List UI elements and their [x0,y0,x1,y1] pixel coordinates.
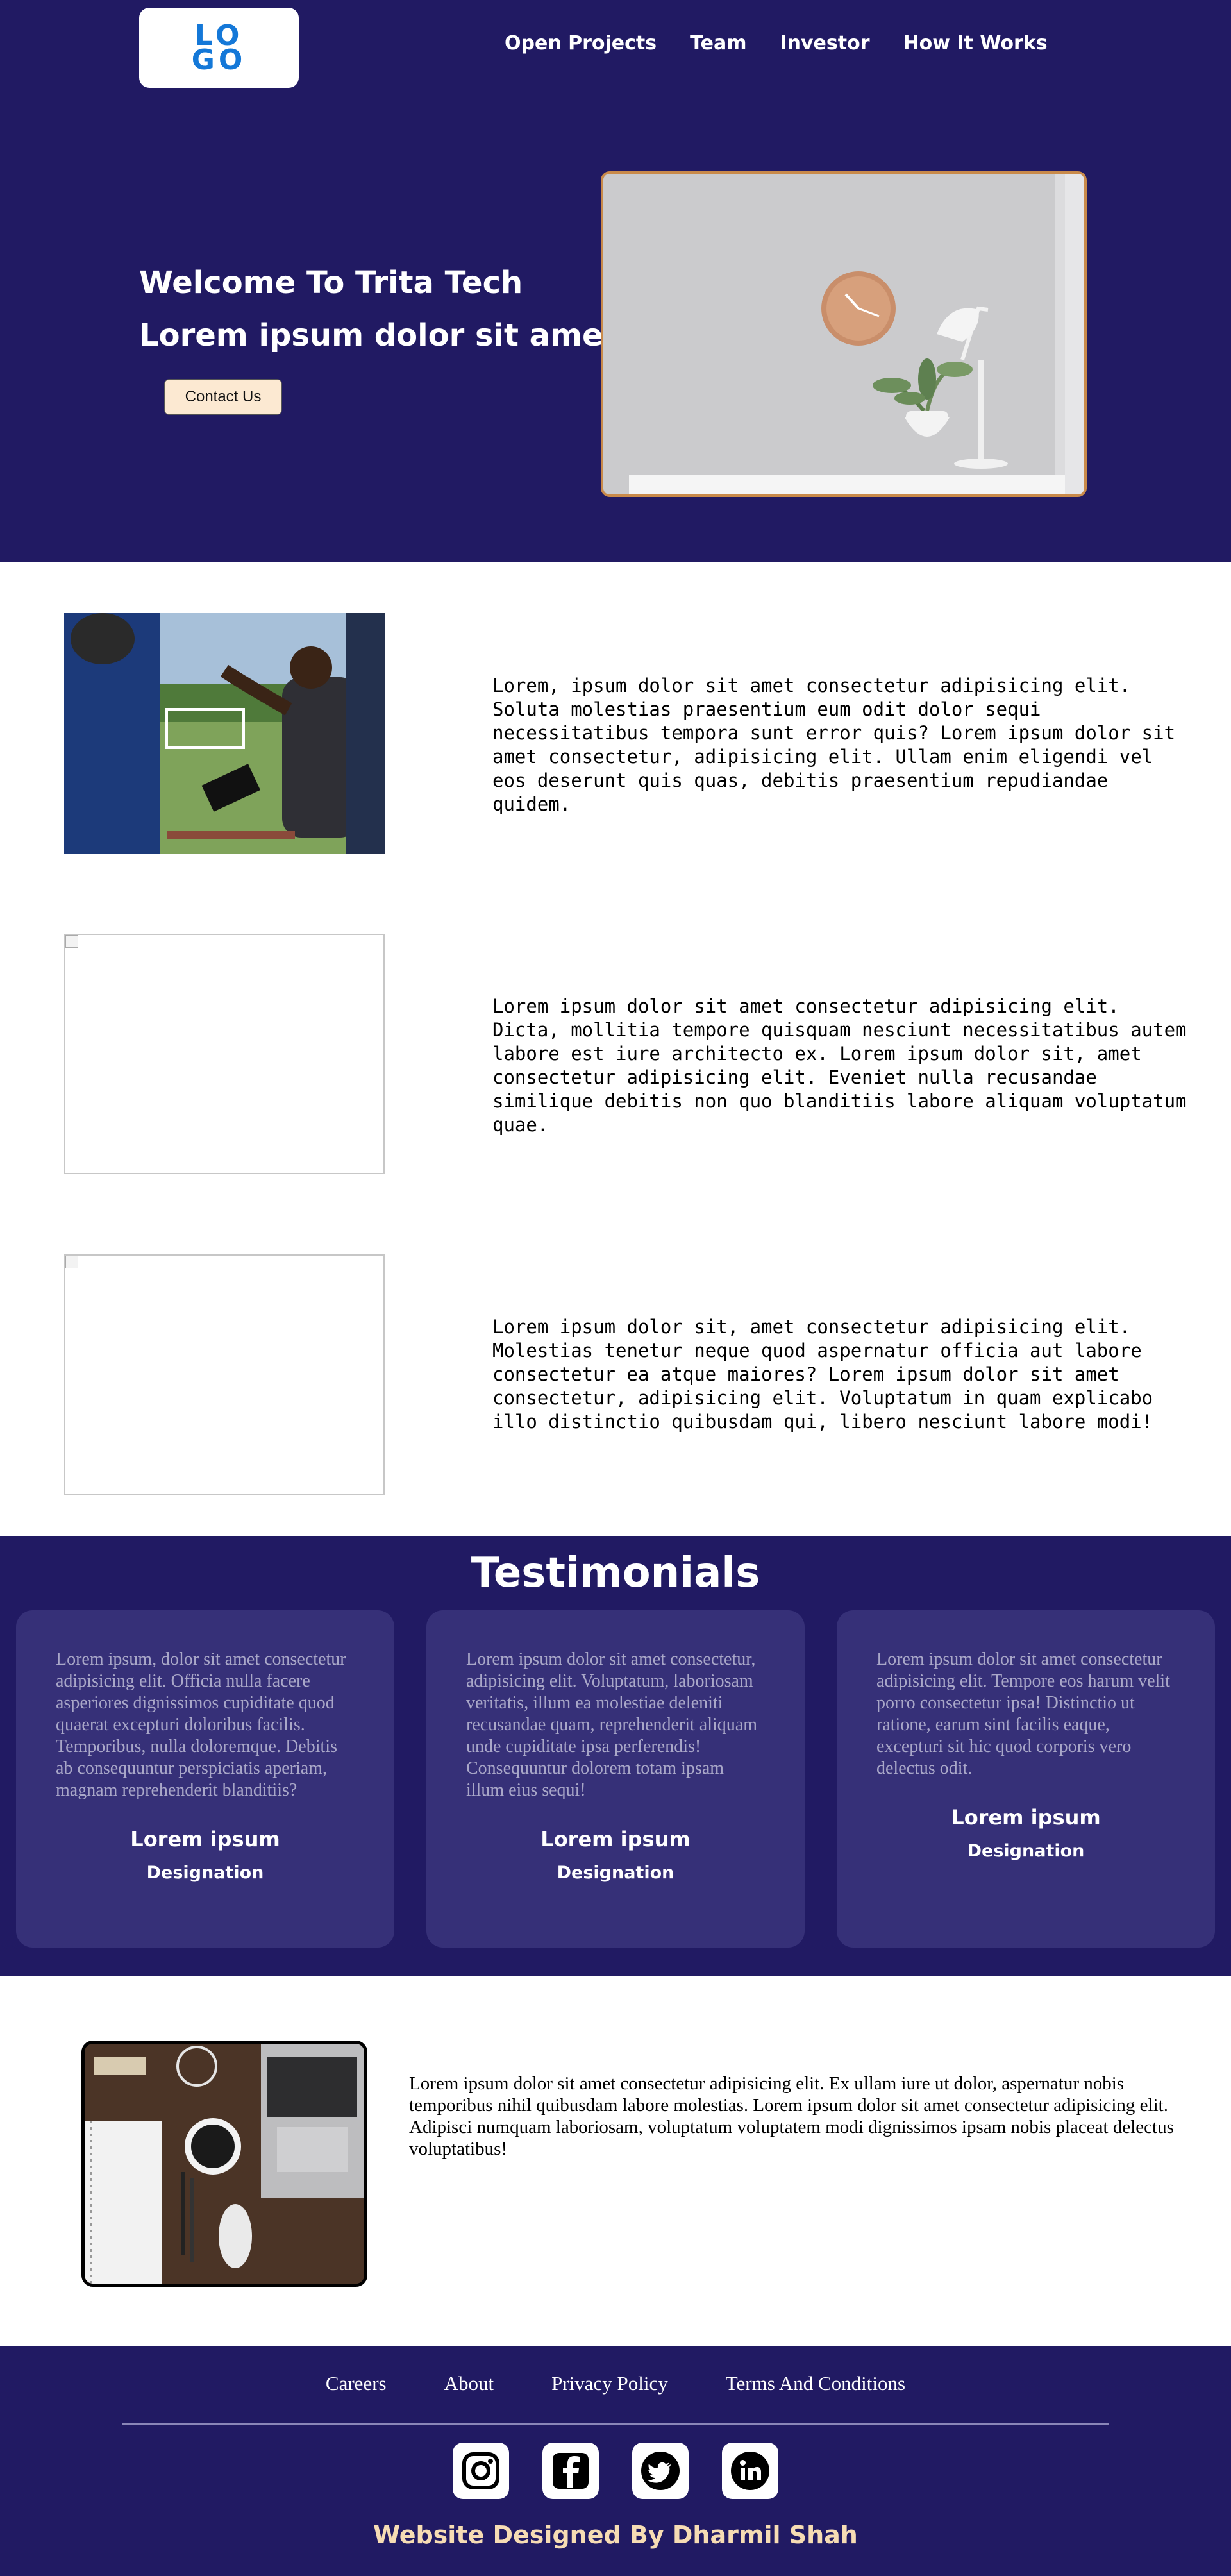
testimonial-card-2: Lorem ipsum dolor sit amet consectetur, … [426,1610,805,1948]
footer-link-about[interactable]: About [444,2372,494,2395]
nav-investor[interactable]: Investor [780,32,869,55]
instagram-icon[interactable] [453,2443,509,2499]
feature-text-3: Lorem ipsum dolor sit, amet consectetur … [492,1316,1153,1433]
testimonial-card-3: Lorem ipsum dolor sit amet consectetur a… [837,1610,1215,1948]
testimonial-quote: Lorem ipsum, dolor sit amet consectetur … [56,1649,346,1800]
testimonial-card-1: Lorem ipsum, dolor sit amet consectetur … [16,1610,394,1948]
testimonial-name: Lorem ipsum [130,1827,280,1851]
footer-links: Careers About Privacy Policy Terms And C… [0,2372,1231,2395]
testimonials-section: Testimonials Lorem ipsum, dolor sit amet… [0,1536,1231,1976]
testimonial-role: Designation [967,1841,1085,1861]
desk-image [81,2041,367,2287]
contact-us-button[interactable]: Contact Us [164,379,282,415]
about-section: Lorem ipsum dolor sit amet consectetur a… [0,1976,1231,2346]
desk-photo [85,2044,364,2284]
nav-how-it-works[interactable]: How It Works [903,32,1048,55]
footer-credit: Website Designed By Dharmil Shah [373,2521,858,2549]
testimonial-name: Lorem ipsum [540,1827,691,1851]
testimonials-title: Testimonials [471,1549,760,1597]
hero-room-illustration [603,174,1084,494]
features-section: Lorem, ipsum dolor sit amet consectetur … [0,562,1231,1536]
hero-heading: Welcome To Trita Tech Lorem ipsum dolor … [139,257,630,362]
feature-text-2: Lorem ipsum dolor sit amet consectetur a… [492,995,1187,1136]
feature-image-3-broken [64,1254,385,1495]
hero-section: LOGO Open Projects Team Investor How It … [0,0,1231,562]
testimonial-name: Lorem ipsum [951,1805,1101,1830]
testimonial-quote: Lorem ipsum dolor sit amet consectetur, … [466,1649,758,1800]
broken-image-icon [65,935,78,948]
footer-link-privacy-policy[interactable]: Privacy Policy [551,2372,668,2395]
broken-image-icon [65,1256,78,1268]
feature-image-coach [64,613,385,854]
coach-photo [64,613,385,854]
testimonial-role: Designation [557,1863,674,1883]
nav-team[interactable]: Team [690,32,746,55]
feature-image-2-broken [64,934,385,1174]
testimonial-role: Designation [146,1863,264,1883]
feature-text-1: Lorem, ipsum dolor sit amet consectetur … [492,675,1176,815]
twitter-icon[interactable] [632,2443,689,2499]
about-text: Lorem ipsum dolor sit amet consectetur a… [409,2073,1174,2159]
footer: Careers About Privacy Policy Terms And C… [0,2346,1231,2576]
linkedin-icon[interactable] [722,2443,778,2499]
logo[interactable]: LOGO [139,8,299,88]
hero-title-line-2: Lorem ipsum dolor sit amet. [139,317,630,353]
facebook-icon[interactable] [542,2443,599,2499]
social-links [0,2443,1231,2499]
hero-image [601,171,1087,497]
logo-text: LOGO [191,19,247,76]
main-nav: Open Projects Team Investor How It Works [505,32,1048,55]
testimonial-quote: Lorem ipsum dolor sit amet consectetur a… [876,1649,1170,1778]
nav-open-projects[interactable]: Open Projects [505,32,657,55]
footer-link-careers[interactable]: Careers [326,2372,387,2395]
footer-divider [122,2423,1109,2425]
hero-title-line-1: Welcome To Trita Tech [139,265,523,301]
footer-link-terms[interactable]: Terms And Conditions [726,2372,905,2395]
